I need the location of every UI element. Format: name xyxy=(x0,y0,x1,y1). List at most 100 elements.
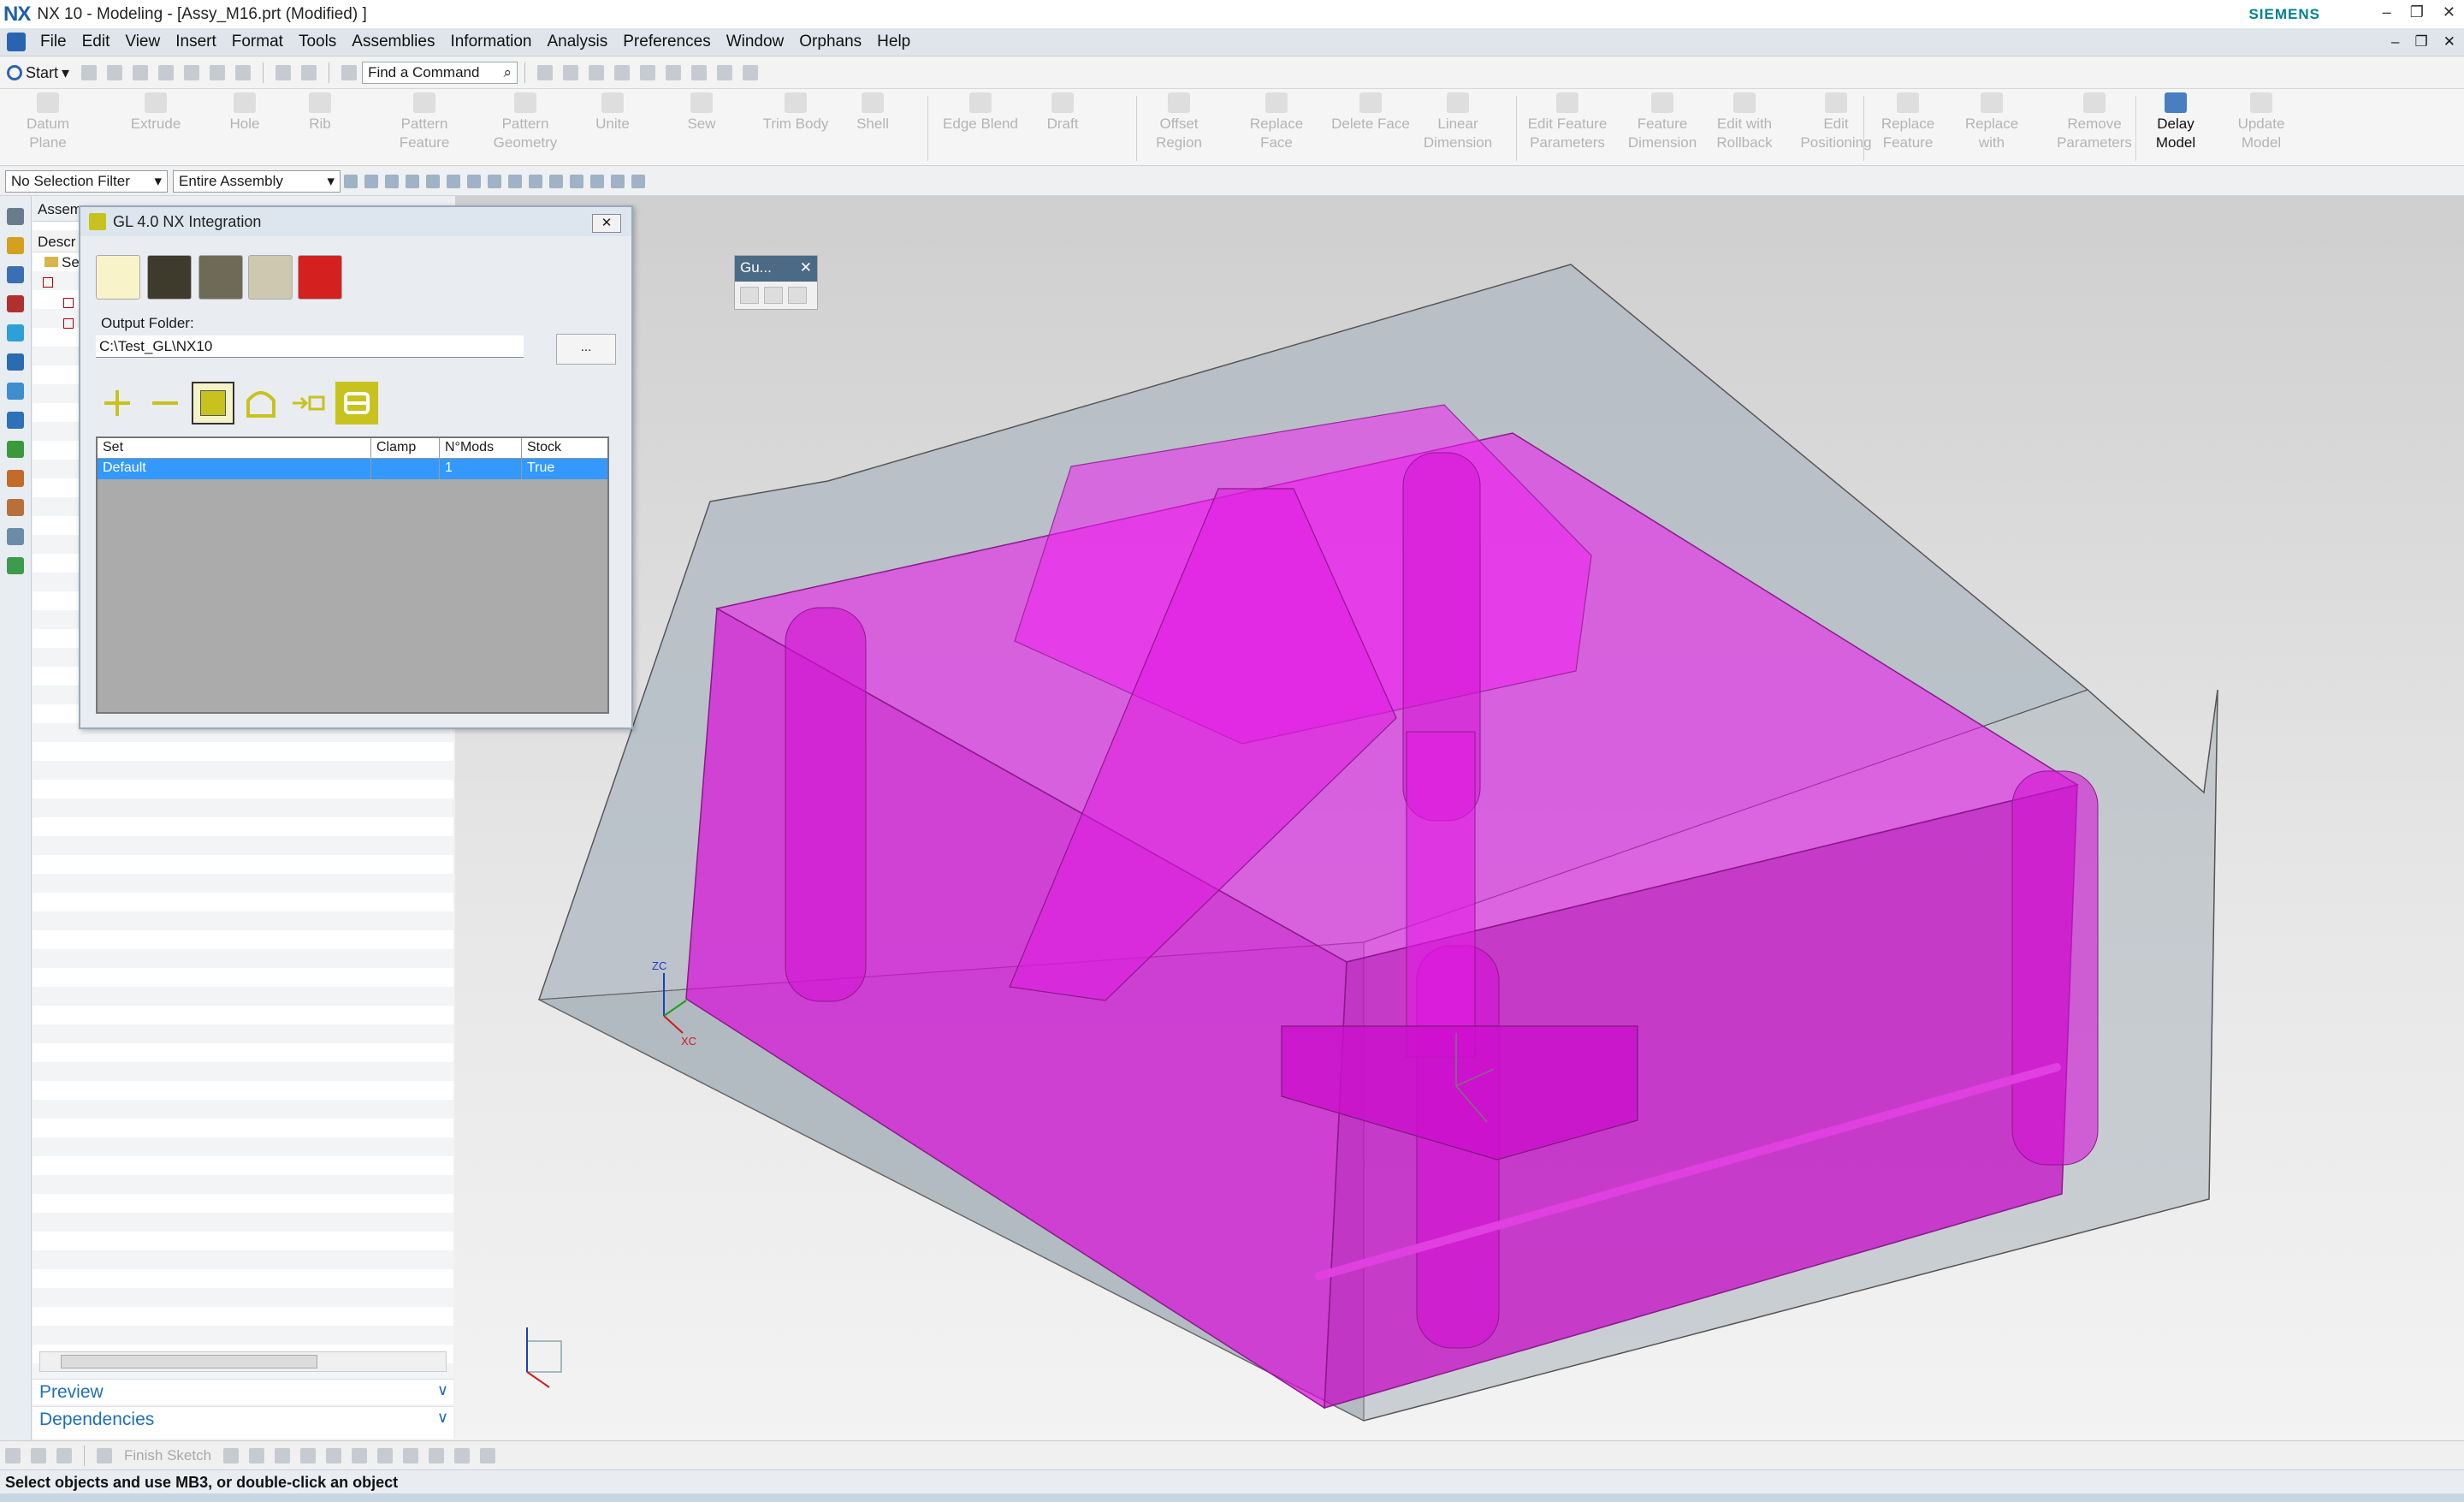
snap-point-icon[interactable] xyxy=(590,174,604,188)
snap-endpoint-icon[interactable] xyxy=(467,174,481,188)
checkbox-icon[interactable] xyxy=(63,318,74,329)
output-folder-input[interactable]: C:\Test_GL\NX10 xyxy=(96,335,524,358)
select-all-icon[interactable] xyxy=(364,174,378,188)
menu-edit[interactable]: Edit xyxy=(74,33,118,51)
ribbon-button-offset-region[interactable]: Offset Region xyxy=(1146,92,1211,152)
sketch-settings-icon[interactable] xyxy=(31,1447,46,1463)
graphics-window[interactable]: ZC XC Gu... ✕ xyxy=(455,196,2464,1440)
deselect-icon[interactable] xyxy=(385,174,399,188)
rectangle-select-icon[interactable] xyxy=(406,174,419,188)
import-icon[interactable] xyxy=(287,382,330,424)
ribbon-button-replace-feature[interactable]: Replace Feature xyxy=(1874,92,1942,152)
menu-help[interactable]: Help xyxy=(869,33,918,51)
process-studio-icon[interactable] xyxy=(7,441,24,458)
open-icon[interactable] xyxy=(107,65,123,80)
ribbon-button-sew[interactable]: Sew xyxy=(676,92,727,134)
finish-sketch-label[interactable]: Finish Sketch xyxy=(124,1447,211,1464)
gu-tool-icon[interactable] xyxy=(764,287,783,304)
settings-icon[interactable] xyxy=(7,208,24,225)
ribbon-button-edit-positioning[interactable]: Edit Positioning xyxy=(1795,92,1877,152)
minimize-icon[interactable]: – xyxy=(2383,3,2391,21)
ribbon-button-edit-feature-parameters[interactable]: Edit Feature Parameters xyxy=(1526,92,1608,152)
checkbox-icon[interactable] xyxy=(63,298,74,308)
tool-edit-icon[interactable] xyxy=(198,255,243,300)
menu-assemblies[interactable]: Assemblies xyxy=(344,33,442,51)
ribbon-button-unite[interactable]: Unite xyxy=(587,92,638,134)
col-nmods[interactable]: N°Mods xyxy=(440,438,522,458)
ribbon-button-replace-face[interactable]: Replace Face xyxy=(1244,92,1309,152)
export-gl-icon[interactable] xyxy=(96,255,140,300)
col-set[interactable]: Set xyxy=(98,438,371,458)
menu-information[interactable]: Information xyxy=(442,33,539,51)
line-icon[interactable] xyxy=(249,1447,265,1463)
scrollbar-thumb[interactable] xyxy=(61,1355,317,1368)
browse-button[interactable]: ... xyxy=(556,334,616,365)
menu-orphans[interactable]: Orphans xyxy=(791,33,869,51)
orient-view-icon[interactable] xyxy=(563,65,579,80)
fixture-icon[interactable] xyxy=(248,255,293,300)
snap-intersection-icon[interactable] xyxy=(529,174,542,188)
col-stock[interactable]: Stock xyxy=(522,438,607,458)
start-button[interactable]: Start ▾ xyxy=(0,64,76,82)
point-icon[interactable] xyxy=(377,1447,394,1463)
ribbon-button-replace-with[interactable]: Replace with xyxy=(1958,92,2026,152)
new-icon[interactable] xyxy=(81,65,98,80)
ribbon-button-draft[interactable]: Draft xyxy=(1037,92,1088,134)
sketch-icon[interactable] xyxy=(5,1447,21,1463)
menu-file[interactable]: File xyxy=(33,33,74,51)
undo-icon[interactable] xyxy=(275,65,292,80)
profile-icon[interactable] xyxy=(223,1447,240,1463)
fit-view-icon[interactable] xyxy=(537,65,554,80)
render-style-icon[interactable] xyxy=(589,65,605,80)
system-scenes-icon[interactable] xyxy=(7,528,24,545)
window-icon[interactable] xyxy=(341,65,358,80)
gl-b-icon[interactable] xyxy=(335,382,378,424)
ribbon-button-edge-blend[interactable]: Edge Blend xyxy=(938,92,1023,134)
horizontal-scrollbar[interactable] xyxy=(39,1351,447,1372)
roles-icon[interactable] xyxy=(7,499,24,516)
ribbon-button-hole[interactable]: Hole xyxy=(219,92,270,134)
snap-midpoint-icon[interactable] xyxy=(488,174,501,188)
layers-icon[interactable] xyxy=(640,65,656,80)
delete-icon[interactable] xyxy=(235,65,252,80)
menu-preferences[interactable]: Preferences xyxy=(615,33,718,51)
offset-curve-icon[interactable] xyxy=(403,1447,419,1463)
gu-close-icon[interactable]: ✕ xyxy=(800,259,812,276)
fillet-icon[interactable] xyxy=(326,1447,342,1463)
doc-restore-icon[interactable]: ❐ xyxy=(2415,33,2428,50)
menu-view[interactable]: View xyxy=(117,33,168,51)
app-menu-icon[interactable] xyxy=(7,33,26,51)
ribbon-button-update-model[interactable]: Update Model xyxy=(2231,92,2291,152)
ribbon-button-edit-with-rollback[interactable]: Edit with Rollback xyxy=(1709,92,1780,152)
finish-sketch-icon[interactable] xyxy=(97,1447,112,1463)
gu-tool-icon[interactable] xyxy=(740,287,759,304)
selection-filter-dropdown[interactable]: No Selection Filter ▾ xyxy=(5,169,168,193)
ribbon-button-delete-face[interactable]: Delete Face xyxy=(1330,92,1412,134)
col-clamp[interactable]: Clamp xyxy=(371,438,440,458)
menu-analysis[interactable]: Analysis xyxy=(540,33,616,51)
gu-tool-icon[interactable] xyxy=(788,287,807,304)
sketch-pen-icon[interactable] xyxy=(56,1447,72,1463)
snap-quadrant-icon[interactable] xyxy=(570,174,583,188)
tree-node[interactable] xyxy=(63,316,74,333)
arc-icon[interactable] xyxy=(275,1447,291,1463)
cube-icon[interactable] xyxy=(447,174,460,188)
ribbon-button-feature-dimension[interactable]: Feature Dimension xyxy=(1624,92,1701,152)
dependencies-section[interactable]: Dependencies ∨ xyxy=(33,1406,453,1432)
rectangle-icon[interactable] xyxy=(352,1447,368,1463)
extend-icon[interactable] xyxy=(454,1447,471,1463)
ribbon-button-rib[interactable]: Rib xyxy=(294,92,346,134)
wcs-icon[interactable] xyxy=(743,65,759,80)
preview-section[interactable]: Preview ∨ xyxy=(33,1379,453,1404)
snap-center-icon[interactable] xyxy=(549,174,563,188)
ribbon-button-pattern-geometry[interactable]: Pattern Geometry xyxy=(488,92,563,152)
menu-insert[interactable]: Insert xyxy=(168,33,224,51)
arch-icon[interactable] xyxy=(240,382,282,424)
delete-all-icon[interactable] xyxy=(298,255,342,300)
close-icon[interactable]: ✕ xyxy=(2443,3,2455,21)
selection-scope-dropdown[interactable]: Entire Assembly ▾ xyxy=(173,169,341,193)
doc-minimize-icon[interactable]: – xyxy=(2391,33,2399,50)
checkbox-icon[interactable] xyxy=(43,277,53,288)
circle-icon[interactable] xyxy=(300,1447,317,1463)
copy-icon[interactable] xyxy=(184,65,200,80)
